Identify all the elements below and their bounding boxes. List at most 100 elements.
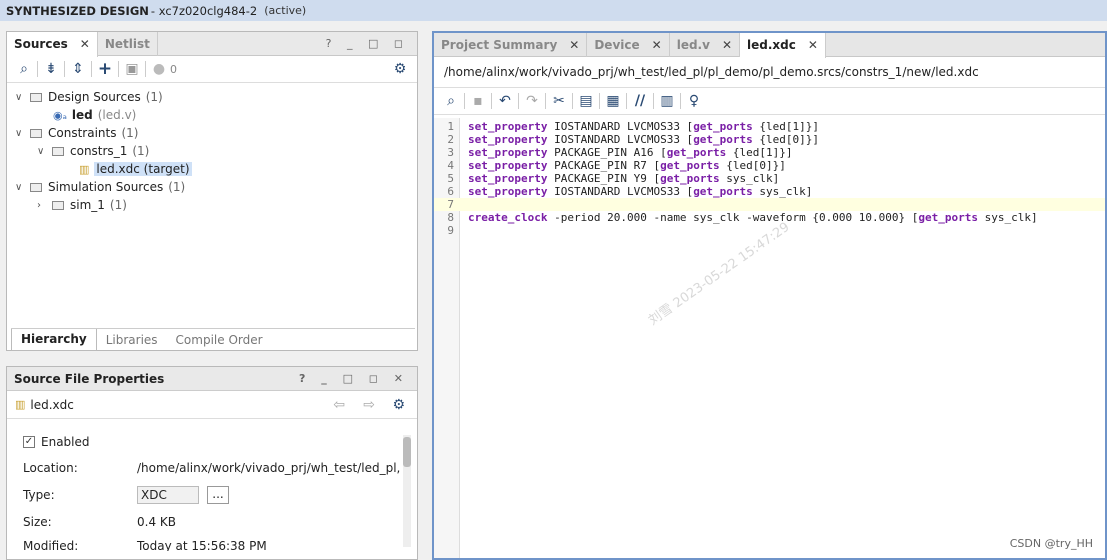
toolbar-count: 0 [170,62,177,76]
tab-label: led.v [676,37,710,52]
chevron-down-icon[interactable]: ∨ [37,146,49,157]
close-icon[interactable]: ✕ [569,38,579,52]
code-keyword: set_property [468,120,548,133]
code-text: IOSTANDARD LVCMOS33 [ [547,120,694,133]
folder-icon [52,200,64,210]
tree-item-design-sources[interactable]: ∨ Design Sources (1) [15,88,163,106]
window-controls[interactable]: ? _ □ ◻ ✕ [299,372,409,385]
tab-label: Project Summary [441,37,558,52]
chevron-down-icon[interactable]: ∨ [15,182,27,193]
type-field[interactable]: XDC [137,486,199,504]
line-content: set_property IOSTANDARD LVCMOS33 [get_po… [468,133,819,146]
scrollbar-thumb[interactable] [403,437,411,467]
tab-compile-order[interactable]: Compile Order [167,329,272,351]
tab-hierarchy[interactable]: Hierarchy [11,328,97,351]
tab-led-xdc[interactable]: led.xdc ✕ [740,32,826,58]
tree-item-led[interactable]: ◉ₐ led (led.v) [53,106,136,124]
tree-item-constrs-1[interactable]: ∨ constrs_1 (1) [37,142,149,160]
properties-toolbar: ▥ led.xdc ⇦ ⇨ ⚙ [7,391,417,419]
collapse-all-icon[interactable]: ⇟ [40,59,62,79]
close-icon[interactable]: ✕ [80,37,90,51]
line-number: 9 [447,224,454,237]
divider [518,93,519,109]
chevron-down-icon[interactable]: ∨ [15,128,27,139]
tab-led-v[interactable]: led.v ✕ [670,32,740,57]
window-controls[interactable]: ? _ □ ◻ [326,37,409,50]
tree-count: (1) [168,180,186,194]
chevron-right-icon[interactable]: › [37,200,49,211]
copy-icon[interactable]: ▤ [575,91,597,111]
search-icon[interactable]: ⌕ [440,91,462,111]
sources-panel: Sources ✕ Netlist ? _ □ ◻ ⌕ ⇟ ⇕ + ▣ ● 0 ⚙… [6,31,418,351]
tree-label: constrs_1 [70,144,128,158]
lightbulb-icon[interactable]: ♀ [683,91,705,111]
enabled-checkbox[interactable]: ✓ [23,436,35,448]
gear-icon[interactable]: ⚙ [392,397,405,413]
close-icon[interactable]: ✕ [652,38,662,52]
tree-item-led-xdc[interactable]: ▥ led.xdc (target) [79,160,192,178]
sources-bottom-tabs: Hierarchy Libraries Compile Order [11,328,415,351]
properties-icon[interactable]: ▣ [121,59,143,79]
columns-icon[interactable]: ▥ [656,91,678,111]
tree-item-constraints[interactable]: ∨ Constraints (1) [15,124,138,142]
location-value: /home/alinx/work/vivado_prj/wh_test/led_… [137,461,401,475]
line-number: 3 [447,146,454,159]
save-icon[interactable]: ▪ [467,91,489,111]
code-text: -period 20.000 -name sys_clk -waveform {… [547,211,919,224]
tab-project-summary[interactable]: Project Summary ✕ [434,32,588,57]
code-line[interactable]: 3 set_property PACKAGE_PIN A16 [get_ports… [434,146,1105,159]
editor-toolbar: ⌕ ▪ ↶ ↷ ✂ ▤ ▦ // ▥ ♀ [434,87,1105,115]
code-line[interactable]: 2 set_property IOSTANDARD LVCMOS33 [get_p… [434,133,1105,146]
divider [680,93,681,109]
cut-icon[interactable]: ✂ [548,91,570,111]
folder-icon [52,146,64,156]
editor-tabbar: Project Summary ✕ Device ✕ led.v ✕ led.xdc ✕ [434,32,1105,58]
type-row: Type: XDC ... [23,486,229,504]
design-part: - xc7z020clg484-2 [150,3,258,18]
line-number: 7 [447,198,454,211]
close-icon[interactable]: ✕ [808,38,818,52]
tab-device[interactable]: Device ✕ [587,32,670,57]
location-row: Location: /home/alinx/work/vivado_prj/wh… [23,459,400,477]
code-line[interactable]: 7 [434,198,1105,211]
add-icon[interactable]: + [94,59,116,79]
code-line[interactable]: 8 create_clock -period 20.000 -name sys_c… [434,211,1105,224]
redo-icon[interactable]: ↷ [521,91,543,111]
code-line[interactable]: 5 set_property PACKAGE_PIN Y9 [get_ports … [434,172,1105,185]
code-keyword: set_property [468,146,548,159]
back-arrow-icon[interactable]: ⇦ [333,397,345,413]
type-browse-button[interactable]: ... [207,486,229,504]
line-content: set_property IOSTANDARD LVCMOS33 [get_po… [468,185,812,198]
paste-icon[interactable]: ▦ [602,91,624,111]
gear-icon[interactable]: ⚙ [389,59,411,79]
code-editor[interactable]: 1 set_property IOSTANDARD LVCMOS33 [get_p… [434,118,1105,558]
tab-label: led.xdc [747,38,796,52]
forward-arrow-icon[interactable]: ⇨ [363,397,375,413]
tree-item-sim-1[interactable]: › sim_1 (1) [37,196,127,214]
divider [599,93,600,109]
vertical-scrollbar[interactable] [403,435,411,547]
tab-netlist[interactable]: Netlist [98,31,158,56]
tab-libraries[interactable]: Libraries [97,329,167,351]
tree-item-simulation-sources[interactable]: ∨ Simulation Sources (1) [15,178,185,196]
enabled-row[interactable]: ✓ Enabled [23,433,90,451]
location-label: Location: [23,461,78,475]
code-line[interactable]: 4 set_property PACKAGE_PIN R7 [get_ports … [434,159,1105,172]
tab-sources[interactable]: Sources ✕ [7,31,98,57]
code-line[interactable]: 1 set_property IOSTANDARD LVCMOS33 [get_p… [434,120,1105,133]
expand-all-icon[interactable]: ⇕ [67,59,89,79]
tree-label: sim_1 [70,198,105,212]
undo-icon[interactable]: ↶ [494,91,516,111]
tree-label: led.xdc (target) [94,162,192,176]
code-text: {led[0]}] [752,133,820,146]
close-icon[interactable]: ✕ [722,38,732,52]
comment-icon[interactable]: // [629,91,651,111]
chevron-down-icon[interactable]: ∨ [15,92,27,103]
properties-panel: Source File Properties ? _ □ ◻ ✕ ▥ led.x… [6,366,418,560]
xdc-file-icon: ▥ [79,162,90,176]
divider [118,61,119,77]
code-line[interactable]: 6 set_property IOSTANDARD LVCMOS33 [get_p… [434,185,1105,198]
code-keyword: create_clock [468,211,548,224]
code-keyword: set_property [468,185,548,198]
search-icon[interactable]: ⌕ [13,59,35,79]
